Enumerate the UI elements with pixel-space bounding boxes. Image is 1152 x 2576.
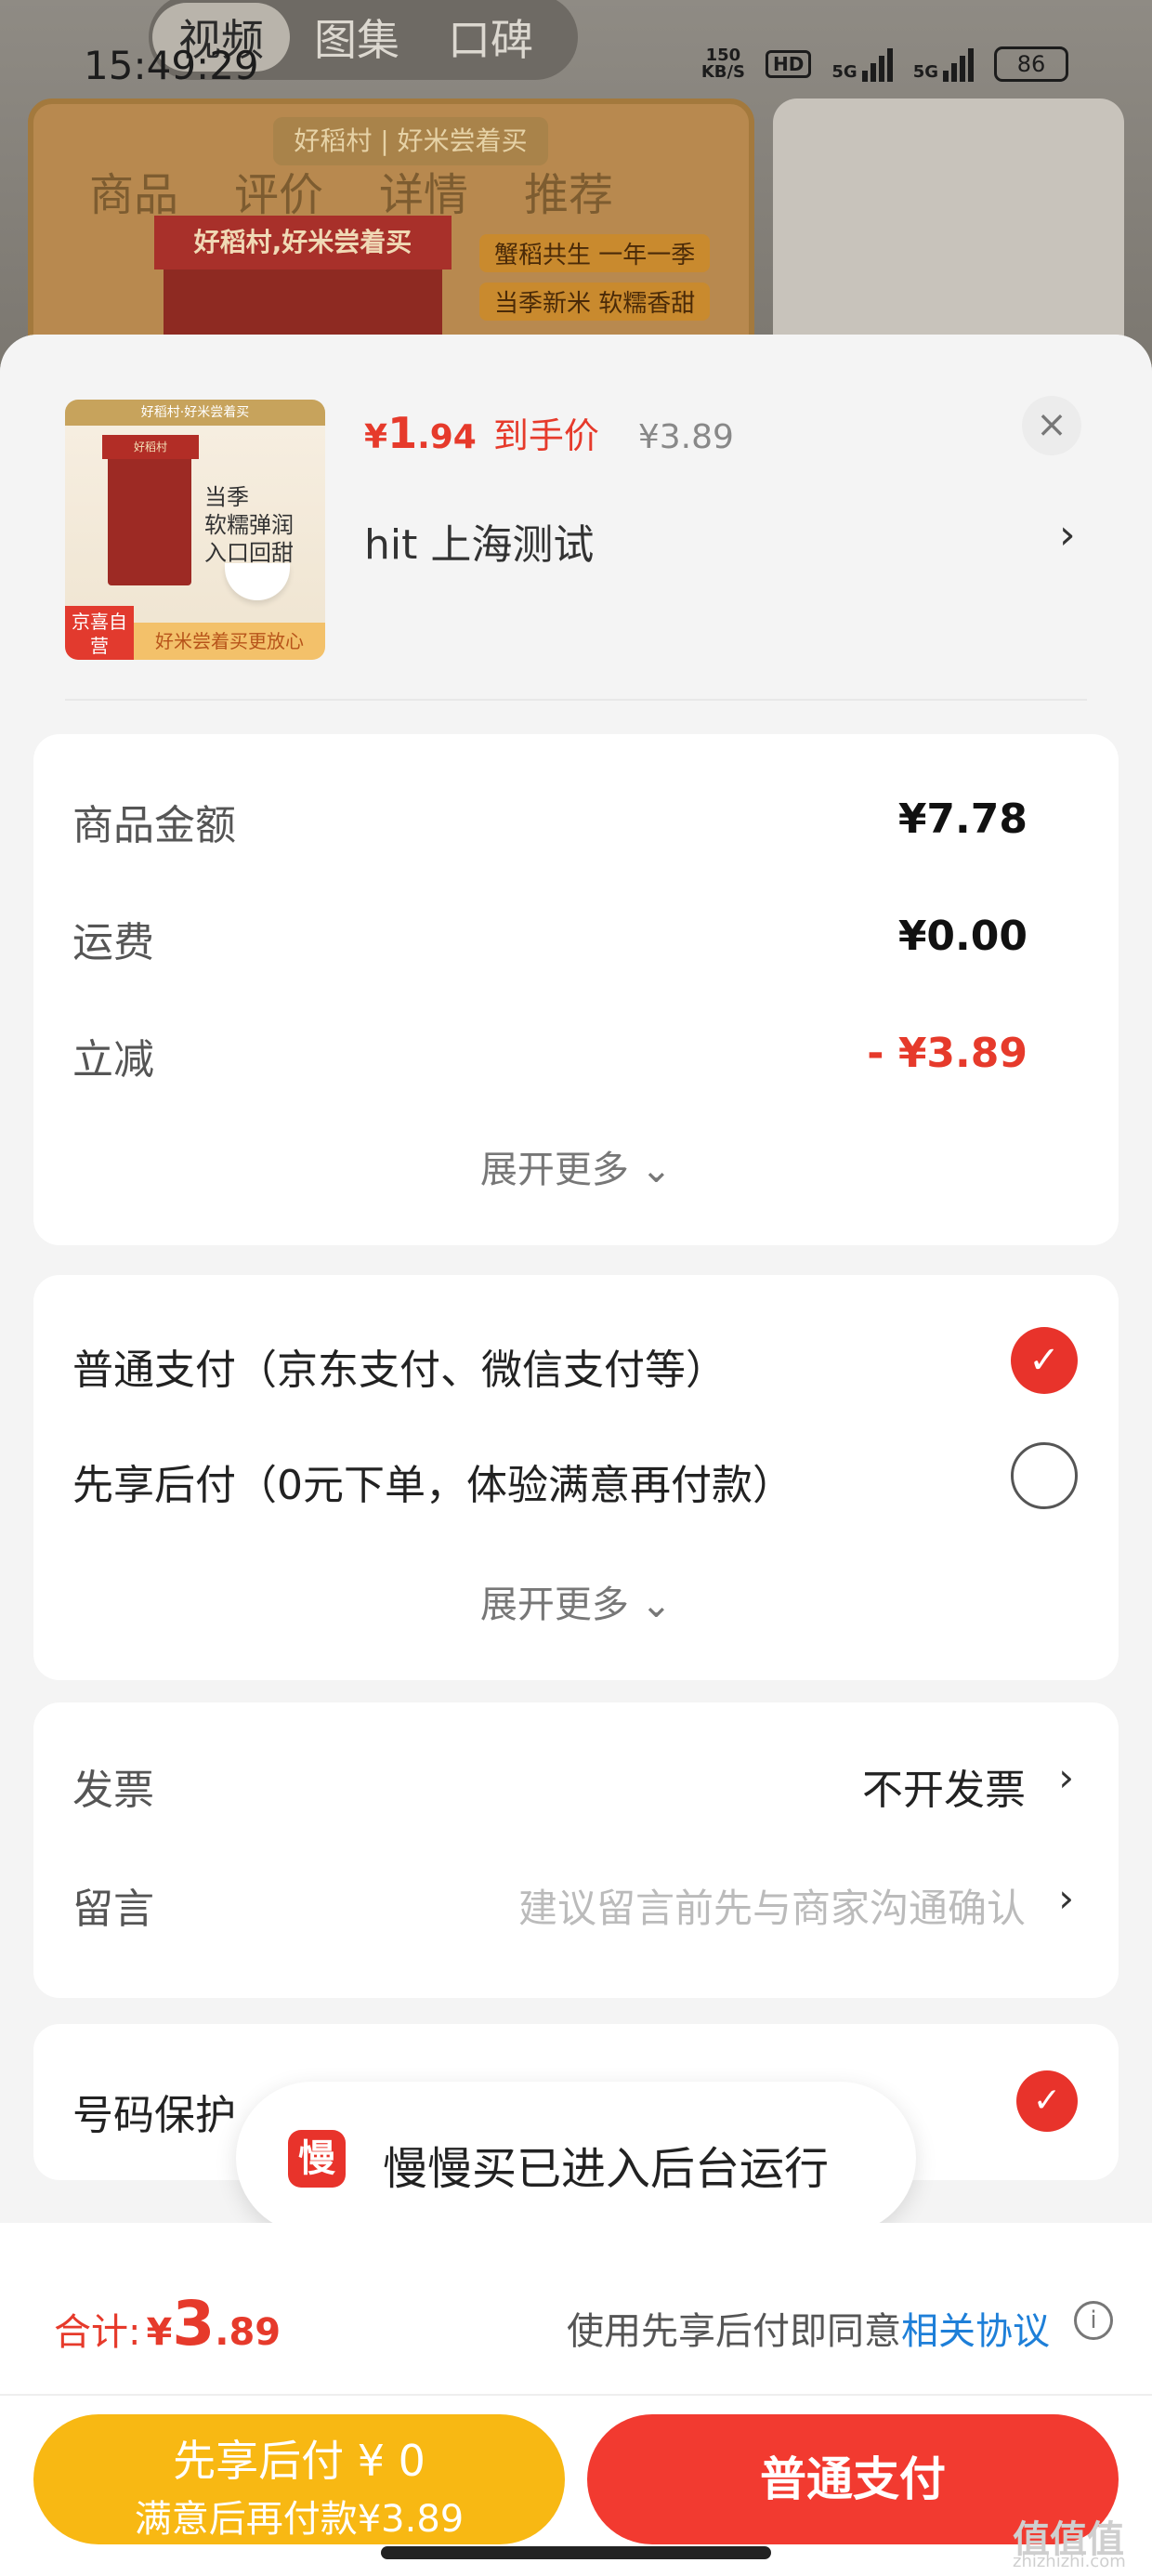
chevron-right-icon[interactable]: ›	[1058, 1755, 1074, 1800]
divider	[65, 699, 1087, 701]
bg-product-header: 好稻村,好米尝着买	[154, 216, 452, 269]
pay-later-line2: 满意后再付款¥3.89	[134, 2498, 465, 2541]
total-currency: ¥	[146, 2311, 173, 2354]
shipping-address[interactable]: hit 上海测试	[364, 511, 594, 571]
signal-icon: 5G	[913, 46, 974, 82]
pay-later-button[interactable]: 先享后付 ¥ 0 满意后再付款¥3.89	[33, 2414, 565, 2544]
signal-label: 5G	[831, 62, 857, 82]
order-confirm-sheet: 好稻村·好米尝着买 好稻村 当季 软糯弹润 入口回甜 京喜自营 包邮 好米尝着买…	[0, 335, 1152, 2576]
bg-chip: 蟹稻共生 一年一季	[479, 234, 711, 272]
summary-value-shipping: ¥0.00	[897, 913, 1028, 960]
agreement-link[interactable]: 相关协议	[901, 2310, 1050, 2353]
pay-later-line1: 先享后付 ¥ 0	[173, 2436, 425, 2486]
summary-label-goods: 商品金额	[72, 802, 236, 849]
bg-nav: 商品 评价 详情 推荐	[89, 158, 613, 223]
price-summary-card: 商品金额 ¥7.78 运费 ¥0.00 立减 - ¥3.89 展开更多 ⌄	[33, 734, 1119, 1245]
checked-icon[interactable]: ✓	[1016, 2070, 1078, 2132]
thumb-top-text: 好稻村·好米尝着买	[65, 400, 325, 426]
watermark-url: zhizhizhi.com	[1013, 2552, 1126, 2571]
bg-nav-item: 评价	[234, 169, 324, 221]
summary-value-goods: ¥7.78	[897, 795, 1028, 843]
chevron-right-icon[interactable]: ›	[1059, 511, 1076, 559]
toast-text: 慢慢买已进入后台运行	[383, 2143, 830, 2195]
app-logo-icon: 慢	[288, 2130, 346, 2188]
message-input[interactable]: 建议留言前先与商家沟通确认	[518, 1877, 1026, 1934]
info-icon[interactable]: i	[1074, 2301, 1113, 2340]
price-tag: 到手价	[492, 415, 599, 456]
status-time: 15:49:29	[84, 43, 259, 88]
total-integer: 3	[172, 2288, 216, 2359]
bg-nav-item: 推荐	[524, 169, 614, 221]
home-indicator[interactable]	[381, 2546, 771, 2559]
checked-icon[interactable]: ✓	[1011, 1327, 1078, 1394]
rice-bowl-image	[225, 563, 290, 600]
checkout-footer: 合计: ¥ 3 .89 使用先享后付即同意相关协议 i 先享后付 ¥ 0 满意后…	[0, 2223, 1152, 2576]
thumb-badge: 京喜自营 包邮	[65, 606, 134, 660]
invoice-message-card: 发票 不开发票 › 留言 建议留言前先与商家沟通确认 ›	[33, 1702, 1119, 1998]
message-label: 留言	[72, 1886, 154, 1933]
payment-option-normal[interactable]: 普通支付（京东支付、微信支付等）	[72, 1336, 727, 1396]
invoice-label: 发票	[72, 1767, 154, 1814]
price-decimal: .94	[417, 418, 477, 456]
close-icon[interactable]: ×	[1022, 396, 1081, 455]
total-label: 合计:	[54, 2311, 141, 2354]
divider	[0, 2394, 1152, 2396]
summary-label-discount: 立减	[72, 1036, 154, 1084]
unchecked-radio-icon[interactable]	[1011, 1442, 1078, 1509]
thumb-text: 当季 软糯弹润 入口回甜	[204, 484, 294, 566]
agreement-prefix: 使用先享后付即同意	[567, 2310, 901, 2353]
payment-option-pay-later[interactable]: 先享后付（0元下单，体验满意再付款）	[72, 1452, 793, 1511]
original-price: ¥3.89	[637, 418, 734, 456]
thumb-strip: 好米尝着买更放心	[134, 623, 325, 660]
expand-more-button[interactable]: 展开更多 ⌄	[33, 1574, 1119, 1628]
bg-nav-item: 商品	[89, 169, 179, 221]
price-integer: 1	[387, 408, 418, 458]
summary-value-discount: - ¥3.89	[867, 1030, 1028, 1077]
status-icons: 150 KB/S HD 5G 5G 86	[701, 46, 1068, 82]
price-currency: ¥	[364, 418, 388, 456]
number-protection-label: 号码保护	[72, 2092, 236, 2139]
price-line: ¥ 1 .94 到手价 ¥3.89	[364, 407, 734, 458]
rice-bag-image	[108, 437, 191, 585]
bg-nav-item: 详情	[379, 169, 469, 221]
battery-icon: 86	[994, 46, 1068, 82]
net-speed-unit: KB/S	[700, 62, 746, 82]
thumb-bag-label: 好稻村	[102, 435, 199, 459]
signal-label: 5G	[912, 62, 938, 82]
bg-chip: 当季新米 软糯香甜	[479, 283, 711, 321]
hd-icon: HD	[766, 50, 812, 78]
chevron-right-icon[interactable]: ›	[1058, 1875, 1074, 1921]
status-bar: 15:49:29 150 KB/S HD 5G 5G 86	[0, 37, 1152, 102]
invoice-value[interactable]: 不开发票	[862, 1756, 1026, 1816]
toast-notification: 慢 慢慢买已进入后台运行	[236, 2082, 916, 2234]
signal-icon: 5G	[831, 46, 893, 82]
agreement-text: 使用先享后付即同意相关协议	[567, 2301, 1050, 2355]
expand-more-button[interactable]: 展开更多 ⌄	[33, 1139, 1119, 1193]
net-speed: 150 KB/S	[701, 47, 745, 81]
product-header: 好稻村·好米尝着买 好稻村 当季 软糯弹润 入口回甜 京喜自营 包邮 好米尝着买…	[0, 335, 1152, 701]
total-price: 合计: ¥ 3 .89	[54, 2288, 281, 2359]
product-thumbnail: 好稻村·好米尝着买 好稻村 当季 软糯弹润 入口回甜 京喜自营 包邮 好米尝着买…	[65, 400, 325, 660]
payment-method-card: 普通支付（京东支付、微信支付等） ✓ 先享后付（0元下单，体验满意再付款） 展开…	[33, 1275, 1119, 1680]
summary-label-shipping: 运费	[72, 919, 154, 966]
total-decimal: .89	[215, 2311, 281, 2354]
